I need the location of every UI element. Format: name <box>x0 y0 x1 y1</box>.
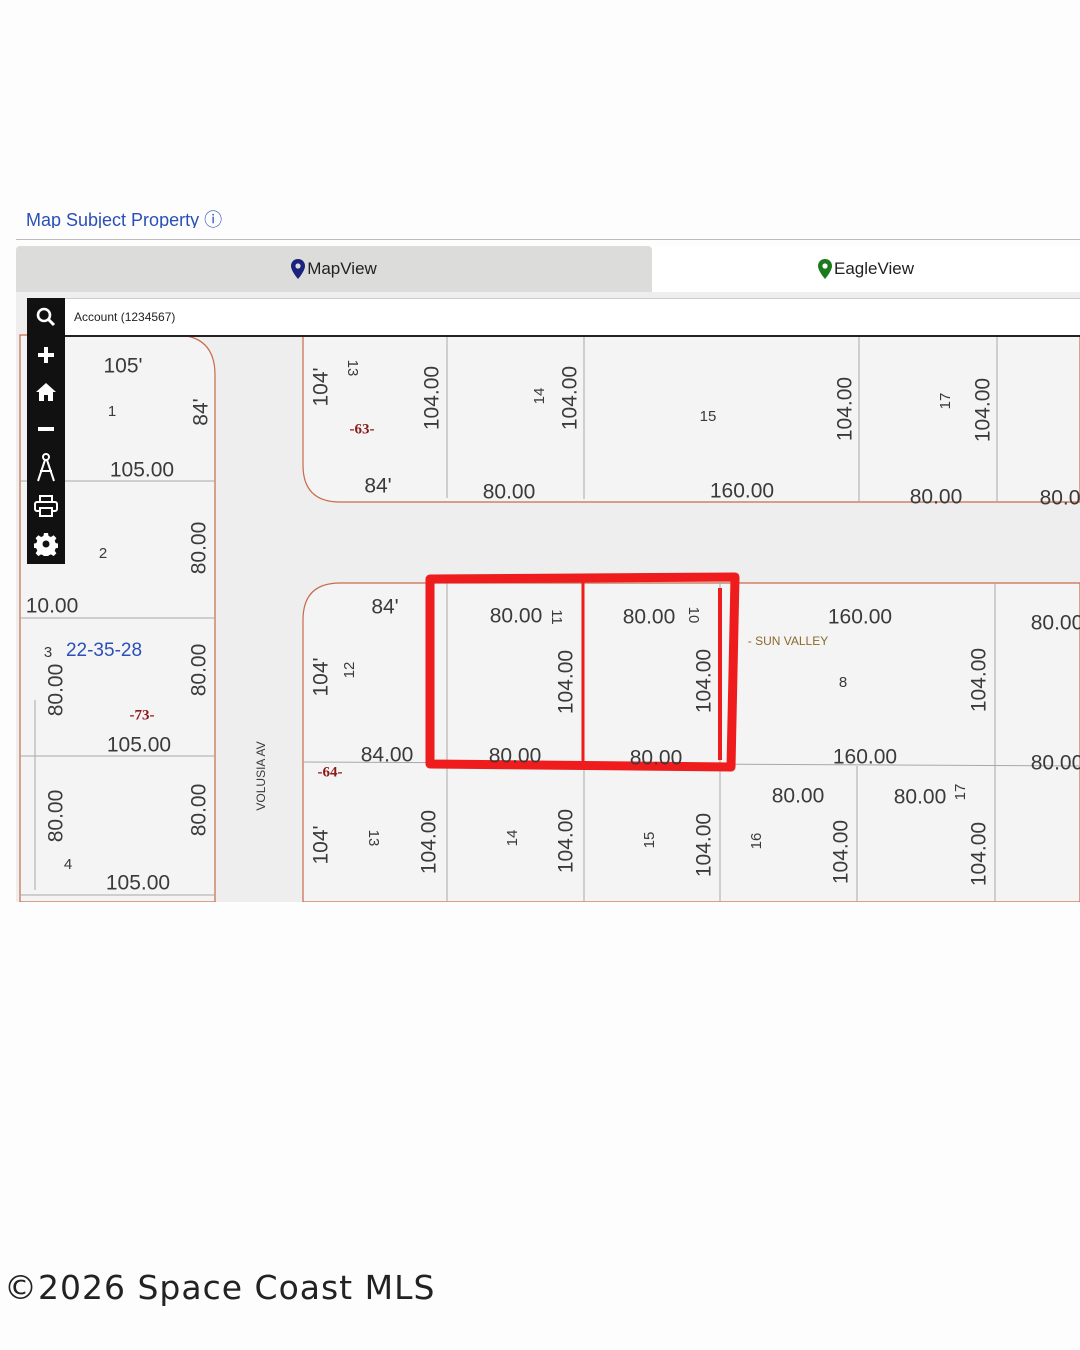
lot-number: 13 <box>344 360 361 377</box>
lot-dimension: 104.00 <box>968 648 991 712</box>
settings-button[interactable] <box>27 527 65 561</box>
lot-dimension: 104.00 <box>555 809 578 873</box>
lot-number: 14 <box>531 388 548 405</box>
lot-dimension: 84' <box>364 475 391 498</box>
search-tool[interactable] <box>27 300 65 334</box>
home-button[interactable] <box>27 375 65 409</box>
lot-dimension: 80.00 <box>188 522 211 575</box>
tab-eagleview[interactable]: EagleView <box>652 246 1080 292</box>
lot-dimension: 104.00 <box>421 366 444 430</box>
parcel-map[interactable]: 105' 84' 105.00 80.00 10.00 80.00 80.00 105.00 8… <box>16 292 1080 902</box>
lot-dimension: 104.00 <box>968 822 991 886</box>
lot-number: 10 <box>685 607 702 624</box>
view-tabs: MapView EagleView <box>16 246 1080 292</box>
lot-dimension: 80.00 <box>45 664 68 717</box>
lot-dimension: 105.00 <box>106 872 170 895</box>
lot-dimension: 104.00 <box>418 810 441 874</box>
lot-dimension: 10.00 <box>26 595 79 618</box>
map-subject-property-link[interactable]: Map Subject Property ⓘ <box>26 206 222 228</box>
lot-dimension: 84.00 <box>361 744 414 767</box>
lot-dimension: 80.00 <box>483 481 536 504</box>
tab-mapview[interactable]: MapView <box>16 246 652 292</box>
parcel-map-canvas: 105' 84' 105.00 80.00 10.00 80.00 80.00 105.00 8… <box>19 334 1080 902</box>
map-toolbar <box>27 298 65 564</box>
zoom-in-button[interactable] <box>27 338 65 372</box>
block-label: -63- <box>350 421 375 437</box>
account-search-value: Account (1234567) <box>74 310 176 324</box>
tab-eagleview-label: EagleView <box>833 259 915 278</box>
lot-dimension: 104' <box>310 825 333 864</box>
lot-number: 2 <box>99 545 107 562</box>
lot-dimension: 80.00 <box>188 644 211 697</box>
lot-number: 4 <box>64 856 72 873</box>
lot-dimension: 104.00 <box>830 820 853 884</box>
copyright-footer: ©2026 Space Coast MLS <box>4 1268 436 1307</box>
lot-number: 13 <box>365 830 382 847</box>
subdivision-label: - SUN VALLEY <box>748 634 828 648</box>
measure-button[interactable] <box>27 451 65 485</box>
lot-number: 11 <box>548 609 565 625</box>
lot-dimension: 84' <box>190 398 213 425</box>
lot-number: 15 <box>641 832 658 849</box>
block-label: -73- <box>130 707 155 723</box>
lot-number: 16 <box>748 833 765 850</box>
lot-dimension: 80.00 <box>1031 752 1080 775</box>
lot-dimension: 105' <box>103 355 142 378</box>
zoom-in-icon <box>38 347 54 363</box>
measure-icon <box>37 453 55 482</box>
lot-number: 17 <box>937 393 954 410</box>
lot-dimension: 160.00 <box>828 606 892 629</box>
lot-dimension: 80.00 <box>490 605 543 628</box>
print-button[interactable] <box>27 489 65 523</box>
lot-dimension: 104.00 <box>693 649 716 713</box>
print-icon <box>34 495 58 517</box>
lot-dimension: 80.00 <box>1031 612 1080 635</box>
lot-dimension: 80.0 <box>1040 487 1080 510</box>
lot-number: 3 <box>44 644 52 661</box>
street-label: VOLUSIA AV <box>254 741 268 810</box>
lot-dimension: 80.00 <box>188 784 211 837</box>
lot-dimension: 80.00 <box>772 785 825 808</box>
lot-dimension: 104' <box>310 367 333 406</box>
lot-dimension: 104.00 <box>834 377 857 441</box>
lot-dimension: 80.00 <box>489 745 542 768</box>
lot-dimension: 104' <box>310 657 333 696</box>
lot-dimension: 104.00 <box>555 650 578 714</box>
map-marker-icon <box>817 259 832 279</box>
lot-number: 14 <box>504 830 521 847</box>
lot-number: 8 <box>839 674 847 691</box>
map-marker-icon <box>291 259 306 279</box>
lot-dimension: 80.00 <box>45 790 68 843</box>
zoom-out-icon <box>38 427 54 431</box>
header-divider <box>16 239 1080 240</box>
home-icon <box>36 383 56 401</box>
search-icon <box>36 307 56 327</box>
lot-number: 17 <box>952 784 969 801</box>
block-label: -64- <box>318 764 343 780</box>
lot-number: 15 <box>700 408 717 425</box>
lot-dimension: 104.00 <box>972 378 995 442</box>
lot-dimension: 105.00 <box>110 459 174 482</box>
lot-dimension: 160.00 <box>833 746 897 769</box>
lot-dimension: 105.00 <box>107 734 171 757</box>
lot-dimension: 80.00 <box>894 786 947 809</box>
lot-dimension: 160.00 <box>710 480 774 503</box>
section-label: 22-35-28 <box>66 640 142 661</box>
tab-mapview-label: MapView <box>307 259 377 278</box>
account-search-bar[interactable]: Account (1234567) <box>65 298 1080 337</box>
parcel-block-63[interactable] <box>302 334 1080 503</box>
lot-dimension: 80.00 <box>630 747 683 770</box>
lot-number: 1 <box>108 403 116 420</box>
lot-dimension: 80.00 <box>910 486 963 509</box>
lot-dimension: 84' <box>371 596 398 619</box>
lot-dimension: 104.00 <box>693 813 716 877</box>
settings-icon <box>34 533 58 556</box>
lot-dimension: 104.00 <box>559 366 582 430</box>
lot-number: 12 <box>341 662 358 679</box>
zoom-out-button[interactable] <box>27 412 65 446</box>
lot-dimension: 80.00 <box>623 606 676 629</box>
